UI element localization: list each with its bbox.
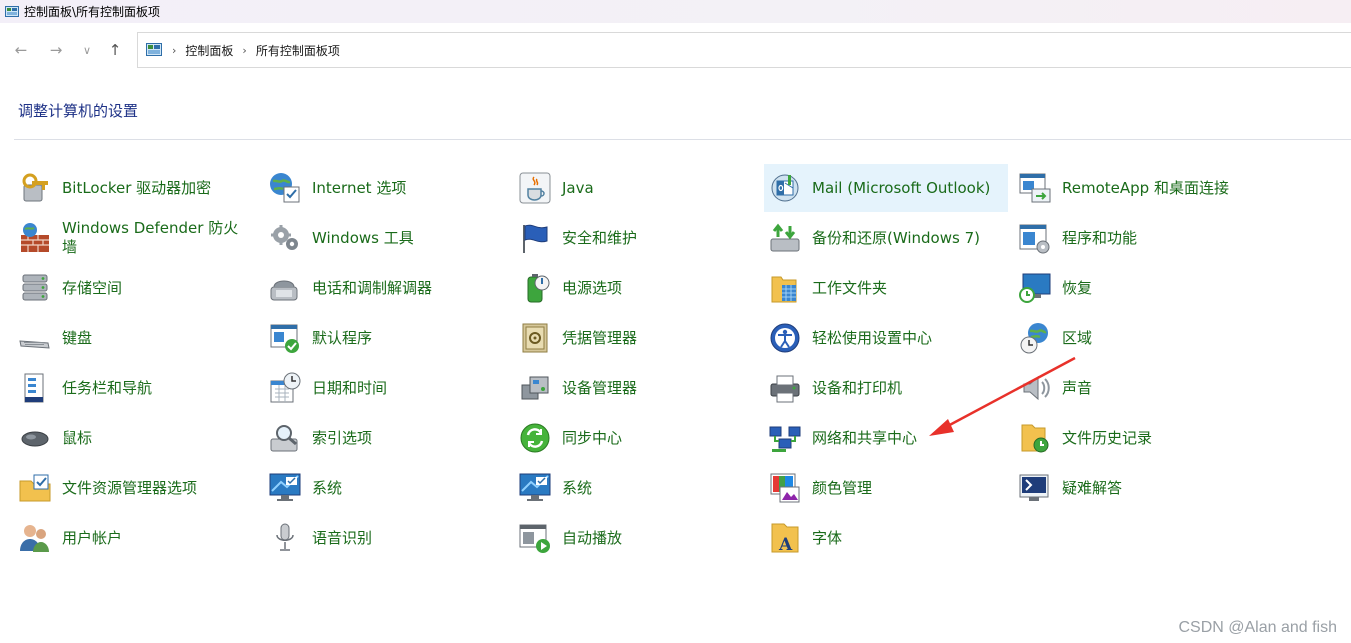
watermark: CSDN @Alan and fish	[1178, 619, 1337, 636]
annotation-arrow	[929, 356, 1076, 436]
